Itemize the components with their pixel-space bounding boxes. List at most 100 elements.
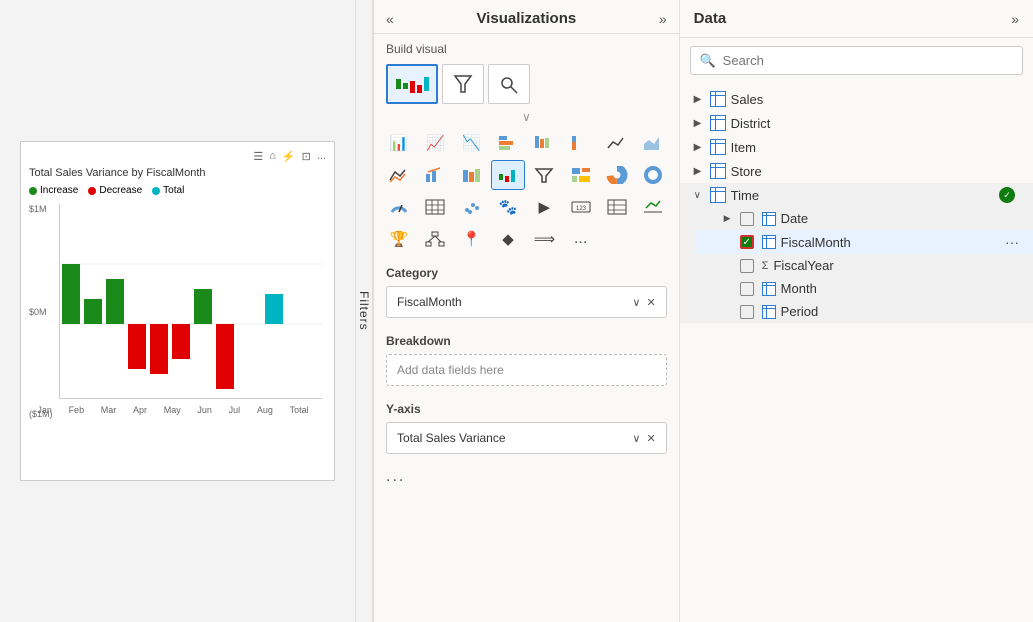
tree-chevron-store: ▶	[694, 166, 710, 177]
collapse-right-btn[interactable]: »	[659, 11, 667, 27]
viz-icon-arrow2[interactable]: ⟹	[527, 224, 561, 254]
y-label-1m: $1M	[29, 204, 53, 214]
tree-item-sales[interactable]: ▶ Sales	[680, 87, 1033, 111]
viz-icon-column[interactable]: 📈	[418, 128, 452, 158]
tree-label-district: District	[731, 116, 1019, 131]
tree-item-store[interactable]: ▶ Store	[680, 159, 1033, 183]
y-axis-labels: $1M $0M ($1M)	[29, 204, 53, 419]
viz-icon-shape[interactable]: ◆	[491, 224, 525, 254]
viz-chevron-down[interactable]: ∨	[374, 108, 679, 126]
tree-child-period[interactable]: ▶ Period	[696, 300, 1033, 323]
legend-dot-total	[152, 187, 160, 195]
viz-icon-waterfall[interactable]	[491, 160, 525, 190]
viz-icon-treemap[interactable]	[564, 160, 598, 190]
data-collapse-btn[interactable]: »	[1011, 11, 1019, 27]
tree-child-fiscalyear[interactable]: ▶ Σ FiscalYear	[696, 254, 1033, 277]
viz-icon-filter2[interactable]	[527, 160, 561, 190]
tree-child-label-fiscalyear: FiscalYear	[773, 258, 833, 273]
viz-icon-area[interactable]	[636, 128, 670, 158]
viz-icon-arrow[interactable]: ▶	[527, 192, 561, 222]
focus-icon[interactable]: ⌂	[269, 150, 276, 163]
breakdown-placeholder: Add data fields here	[397, 363, 504, 377]
x-jul: Jul	[229, 405, 241, 415]
tree-item-time[interactable]: ∨ Time ✓	[680, 183, 1033, 207]
tree-chevron-sales: ▶	[694, 94, 710, 105]
viz-icon-table[interactable]	[600, 192, 634, 222]
yaxis-value: Total Sales Variance	[397, 431, 506, 445]
chart-container: ☰ ⌂ ⚡ ⊡ ... Total Sales Variance by Fisc…	[20, 141, 335, 481]
category-drop-zone[interactable]: FiscalMonth ∨ ✕	[386, 286, 667, 318]
legend-dot-decrease	[88, 187, 96, 195]
breakdown-drop-zone[interactable]: Add data fields here	[386, 354, 667, 386]
collapse-left-btn[interactable]: «	[386, 11, 394, 27]
key-chart-icon[interactable]	[488, 64, 530, 104]
waterfall-chart-icon[interactable]	[386, 64, 438, 104]
category-chevron[interactable]: ∨	[632, 296, 640, 309]
viz-icon-trophy[interactable]: 🏆	[382, 224, 416, 254]
filters-tab[interactable]: Filters	[355, 0, 373, 622]
tree-chevron-date: ▶	[724, 213, 740, 224]
viz-icon-stacked[interactable]	[491, 128, 525, 158]
viz-header: « Visualizations »	[374, 0, 679, 34]
viz-icon-bar2[interactable]: 📉	[455, 128, 489, 158]
filter-icon[interactable]: ⚡	[282, 150, 296, 163]
y-label-neg1m: ($1M)	[29, 409, 53, 419]
viz-icon-kpi[interactable]	[636, 192, 670, 222]
data-search-container: 🔍	[690, 46, 1023, 75]
viz-icon-decomp[interactable]	[418, 224, 452, 254]
bottom-ellipsis: ...	[374, 460, 679, 494]
tree-child-month[interactable]: ▶ Month	[696, 277, 1033, 300]
waterfall-chart: $1M $0M ($1M)	[59, 204, 322, 419]
viz-icon-bar[interactable]: 📊	[382, 128, 416, 158]
viz-icon-map[interactable]: 🐾	[491, 192, 525, 222]
tree-child-date[interactable]: ▶ Date	[696, 207, 1033, 230]
checkbox-month[interactable]	[740, 282, 754, 296]
x-may: May	[164, 405, 181, 415]
viz-icon-map2[interactable]: 📍	[455, 224, 489, 254]
category-remove[interactable]: ✕	[646, 296, 655, 309]
tree-child-label-period: Period	[781, 304, 819, 319]
funnel-chart-icon[interactable]	[442, 64, 484, 104]
search-input[interactable]	[690, 46, 1023, 75]
checkbox-period[interactable]	[740, 305, 754, 319]
viz-icon-card[interactable]: 123	[564, 192, 598, 222]
more-icon[interactable]: ...	[317, 150, 326, 163]
checkbox-fiscalmonth[interactable]: ✓	[740, 235, 754, 249]
category-label: Category	[386, 266, 667, 280]
viz-icon-matrix[interactable]	[418, 192, 452, 222]
yaxis-drop-zone[interactable]: Total Sales Variance ∨ ✕	[386, 422, 667, 454]
viz-icon-line[interactable]	[600, 128, 634, 158]
svg-text:123: 123	[576, 206, 587, 212]
viz-icon-100percent[interactable]	[564, 128, 598, 158]
viz-icon-line2[interactable]	[382, 160, 416, 190]
checkbox-fiscalyear[interactable]	[740, 259, 754, 273]
tree-item-item[interactable]: ▶ Item	[680, 135, 1033, 159]
viz-icon-stacked2[interactable]	[527, 128, 561, 158]
menu-icon[interactable]: ☰	[253, 150, 263, 163]
time-children: ▶ Date ▶ ✓ FiscalMonth ···	[680, 207, 1033, 323]
viz-icon-combo[interactable]	[418, 160, 452, 190]
expand-icon[interactable]: ⊡	[302, 150, 311, 163]
legend-label-increase: Increase	[40, 185, 78, 196]
viz-icon-ribbon[interactable]	[455, 160, 489, 190]
yaxis-chevron[interactable]: ∨	[632, 432, 640, 445]
checkbox-date[interactable]	[740, 212, 754, 226]
tree-chevron-time: ∨	[694, 190, 710, 201]
viz-icon-scatter[interactable]	[455, 192, 489, 222]
fiscalmonth-more-icon[interactable]: ···	[1005, 234, 1019, 250]
tree-item-district[interactable]: ▶ District	[680, 111, 1033, 135]
viz-icon-gauge[interactable]	[382, 192, 416, 222]
viz-top-icons	[374, 60, 679, 108]
tree-child-label-date: Date	[781, 211, 808, 226]
yaxis-remove[interactable]: ✕	[646, 432, 655, 445]
viz-icon-pie[interactable]	[600, 160, 634, 190]
tree-child-fiscalmonth[interactable]: ▶ ✓ FiscalMonth ···	[696, 230, 1033, 254]
legend-label-total: Total	[163, 185, 184, 196]
tree-child-label-month: Month	[781, 281, 817, 296]
legend-label-decrease: Decrease	[99, 185, 142, 196]
viz-more-button[interactable]: ...	[564, 224, 598, 254]
x-aug: Aug	[257, 405, 273, 415]
visualizations-title: Visualizations	[476, 10, 576, 27]
viz-icon-donut[interactable]	[636, 160, 670, 190]
legend-dot-increase	[29, 187, 37, 195]
